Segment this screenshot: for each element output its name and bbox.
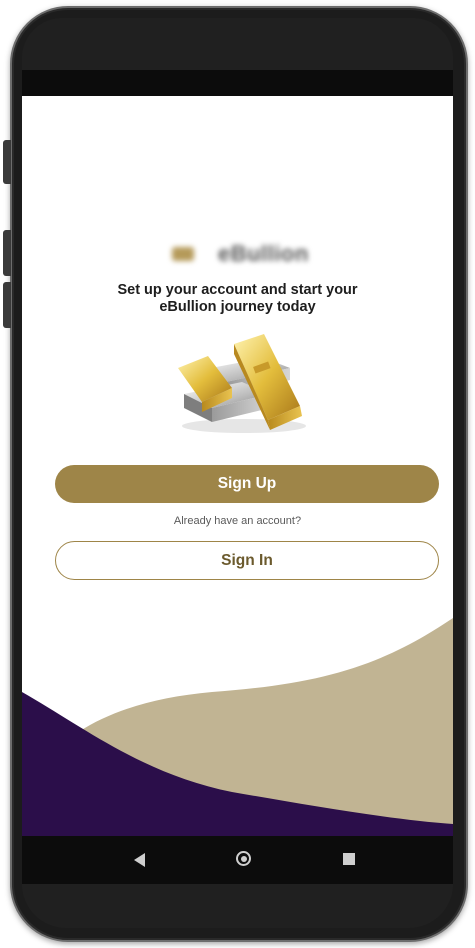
recents-icon[interactable] [343, 853, 355, 865]
volume-down-button [3, 230, 11, 276]
status-bar [22, 70, 453, 96]
home-icon[interactable] [236, 851, 251, 866]
back-icon[interactable] [134, 853, 145, 867]
power-button [3, 282, 11, 328]
bottom-bezel [22, 884, 453, 928]
system-nav-bar [22, 836, 453, 884]
volume-up-button [3, 140, 11, 184]
tagline-line-1: Set up your account and start your [117, 282, 358, 298]
app-logo: eBullion [172, 241, 309, 267]
sign-up-button[interactable]: Sign Up [55, 465, 439, 503]
sign-in-button[interactable]: Sign In [55, 541, 439, 580]
tagline: Set up your account and start your eBull… [22, 282, 453, 316]
logo-text: eBullion [218, 241, 309, 266]
decorative-waves [22, 618, 453, 836]
top-bezel [22, 18, 453, 70]
tagline-line-2: eBullion journey today [159, 299, 316, 315]
logo-mark-icon [172, 247, 194, 261]
gold-silver-bars-image [178, 334, 306, 433]
app-screen: eBullion Set up your account and start y… [22, 96, 453, 836]
already-have-account-text: Already have an account? [173, 515, 302, 527]
